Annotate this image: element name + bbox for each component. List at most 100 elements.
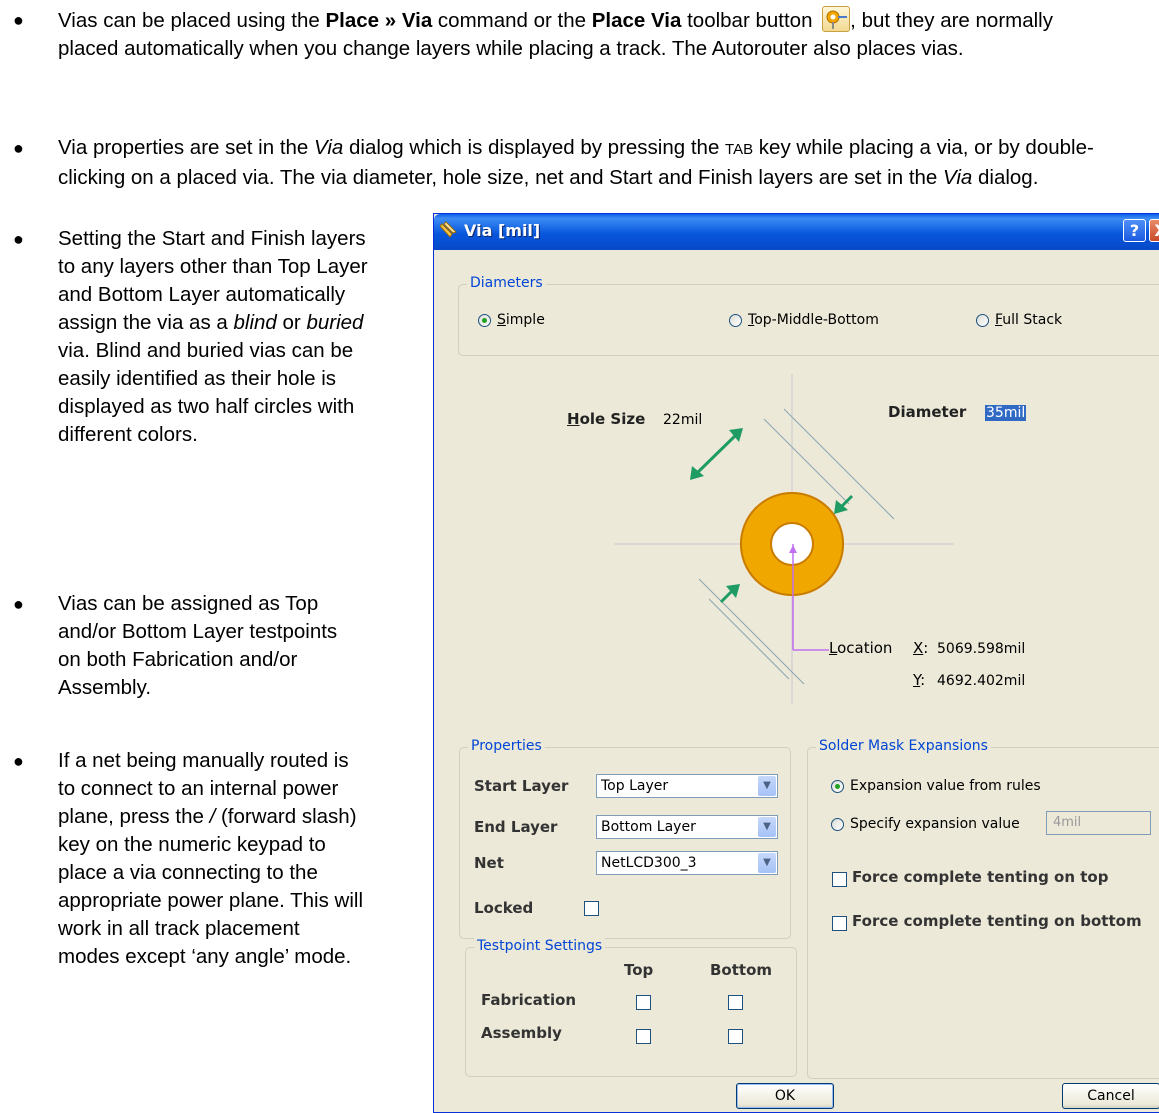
chevron-down-icon[interactable]: ▼ [758, 776, 776, 796]
bullet-text-part: toolbar button [681, 9, 819, 32]
diameters-group: Diameters Simple Top-Middle-Bottom Full … [458, 275, 1159, 356]
start-layer-label: Start Layer [474, 777, 569, 795]
chevron-down-icon[interactable]: ▼ [758, 817, 776, 837]
bullet-dot: ● [13, 138, 24, 158]
expansion-value-input[interactable]: 4mil [1046, 811, 1151, 835]
help-button[interactable]: ? [1123, 219, 1146, 242]
tent-top-label: Force complete tenting on top [852, 868, 1109, 886]
location-label: Location [829, 639, 893, 657]
start-layer-select[interactable]: Top Layer ▼ [596, 774, 778, 798]
bullet-text-part: via. Blind and buried vias can be easily… [58, 339, 355, 446]
via-dialog: Via [mil] ? X Diameters Simple Top-Middl… [433, 213, 1159, 1113]
radio-indicator [729, 313, 742, 327]
net-select[interactable]: NetLCD300_3 ▼ [596, 851, 778, 875]
assembly-top-checkbox[interactable] [636, 1029, 651, 1044]
bullet-text-part: buried [306, 311, 364, 334]
radio-full-stack-label: Full Stack [995, 312, 1063, 328]
testpoint-group-label: Testpoint Settings [474, 938, 606, 954]
bullet-testpoints: ● Vias can be assigned as Top and/or Bot… [13, 590, 358, 702]
bullet-text-part: (forward slash) key on the numeric keypa… [58, 805, 364, 968]
tent-bottom-label: Force complete tenting on bottom [852, 912, 1142, 930]
dialog-title: Via [mil] [464, 221, 541, 240]
radio-top-middle-bottom[interactable]: Top-Middle-Bottom [729, 312, 879, 328]
testpoint-row-fabrication: Fabrication [481, 991, 577, 1009]
radio-indicator [831, 817, 844, 831]
location-y-value[interactable]: 4692.402mil [937, 673, 1025, 689]
dialog-titlebar[interactable]: Via [mil] ? X [434, 214, 1159, 250]
diameters-group-label: Diameters [467, 275, 546, 291]
bullet-text: Vias can be assigned as Top and/or Botto… [58, 590, 358, 702]
net-label: Net [474, 854, 504, 872]
bullet-text-part: dialog which is displayed by pressing th… [343, 136, 726, 159]
bullet-text-part: blind [233, 311, 277, 334]
radio-full-stack[interactable]: Full Stack [976, 312, 1062, 328]
ok-button[interactable]: OK [736, 1083, 834, 1109]
fabrication-bottom-checkbox[interactable] [728, 995, 743, 1010]
close-button[interactable]: X [1149, 219, 1159, 242]
bullet-text-part: dialog. [972, 166, 1039, 189]
hole-size-label: Hole Size [567, 410, 646, 428]
bullet-dot: ● [13, 10, 24, 30]
testpoint-row-assembly: Assembly [481, 1024, 562, 1042]
radio-expansion-from-rules[interactable]: Expansion value from rules [831, 778, 1041, 794]
bullet-dot: ● [13, 229, 24, 249]
radio-top-middle-bottom-label: Top-Middle-Bottom [748, 312, 879, 328]
bullet-text-part: command or the [432, 9, 592, 32]
net-value: NetLCD300_3 [601, 855, 697, 871]
bullet-text-part: Place Via [591, 9, 682, 32]
bullet-text-part: Vias can be placed using the [58, 9, 326, 32]
bullet-text-part: Vias can be assigned as Top and/or Botto… [58, 592, 338, 699]
bullet-text: Via properties are set in the Via dialog… [58, 134, 1128, 192]
bullet-text-part: or [276, 311, 307, 334]
place-via-toolbar-icon [822, 6, 851, 32]
end-layer-label: End Layer [474, 818, 558, 836]
bullet-text-part: Place » Via [325, 9, 433, 32]
properties-group: Properties Start Layer Top Layer ▼ End L… [459, 738, 791, 939]
hole-size-value[interactable]: 22mil [663, 412, 702, 428]
radio-specify-expansion[interactable]: Specify expansion value [831, 816, 1020, 832]
location-x-value[interactable]: 5069.598mil [937, 641, 1025, 657]
bullet-start-finish-layers: ● Setting the Start and Finish layers to… [13, 225, 368, 449]
bullet-text: Vias can be placed using the Place » Via… [58, 6, 1108, 63]
fabrication-top-checkbox[interactable] [636, 995, 651, 1010]
radio-indicator [976, 313, 989, 327]
bullet-power-plane: ● If a net being manually routed is to c… [13, 747, 363, 971]
radio-simple-label: Simple [497, 312, 545, 328]
location-y-label: Y: [913, 671, 926, 689]
diameter-label: Diameter [888, 403, 967, 421]
testpoint-col-bottom: Bottom [710, 961, 773, 979]
radio-indicator [478, 313, 491, 327]
end-layer-select[interactable]: Bottom Layer ▼ [596, 815, 778, 839]
bullet-dot: ● [13, 751, 24, 771]
bullet-text-part: Via properties are set in the [58, 136, 315, 159]
diameter-value[interactable]: 35mil [985, 405, 1027, 421]
bullet-text: If a net being manually routed is to con… [58, 747, 363, 971]
locked-label: Locked [474, 899, 534, 917]
assembly-bottom-checkbox[interactable] [728, 1029, 743, 1044]
radio-expansion-from-rules-label: Expansion value from rules [850, 778, 1041, 794]
chevron-down-icon[interactable]: ▼ [758, 853, 776, 873]
end-layer-value: Bottom Layer [601, 819, 696, 835]
location-x-label: X: [913, 639, 929, 657]
tent-top-checkbox[interactable] [832, 872, 847, 887]
properties-group-label: Properties [468, 738, 545, 754]
via-app-icon [440, 221, 457, 238]
testpoint-group: Testpoint Settings Top Bottom Fabricatio… [465, 938, 797, 1077]
via-hole [770, 522, 814, 566]
bullet-dot: ● [13, 594, 24, 614]
bullet-text-part: Via [943, 166, 973, 189]
cancel-button[interactable]: Cancel [1062, 1083, 1159, 1109]
radio-simple[interactable]: Simple [478, 312, 545, 328]
start-layer-value: Top Layer [601, 778, 669, 794]
bullet-text: Setting the Start and Finish layers to a… [58, 225, 368, 449]
locked-checkbox[interactable] [584, 901, 599, 916]
tent-bottom-checkbox[interactable] [832, 916, 847, 931]
radio-indicator [831, 779, 844, 793]
testpoint-col-top: Top [624, 961, 654, 979]
dimension-line [708, 598, 790, 680]
solder-mask-group: Solder Mask Expansions Expansion value f… [807, 738, 1159, 1079]
bullet-text-part: TAB [725, 141, 754, 158]
solder-mask-group-label: Solder Mask Expansions [816, 738, 991, 754]
radio-specify-expansion-label: Specify expansion value [850, 816, 1020, 832]
bullet-text-part: Via [314, 136, 344, 159]
